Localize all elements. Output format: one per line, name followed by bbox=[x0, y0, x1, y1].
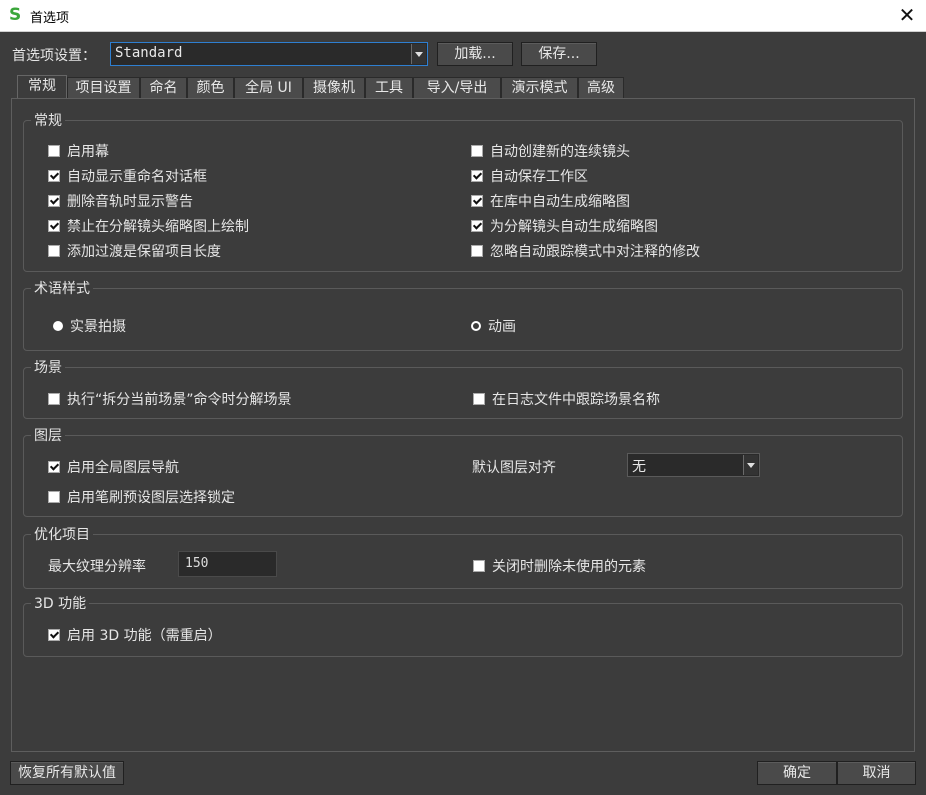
checkbox-icon[interactable] bbox=[48, 491, 60, 503]
checkbox-icon[interactable] bbox=[48, 393, 60, 405]
preset-label: 首选项设置： bbox=[12, 48, 96, 64]
tab-global-ui[interactable]: 全局 UI bbox=[234, 77, 303, 99]
checkbox-label: 启用幕 bbox=[67, 144, 109, 160]
checkbox-panel-thumbnails[interactable]: 为分解镜头自动生成缩略图 bbox=[471, 216, 658, 236]
chevron-down-icon[interactable] bbox=[743, 455, 758, 475]
checkbox-label: 执行“拆分当前场景”命令时分解场景 bbox=[67, 392, 292, 408]
checkbox-icon[interactable] bbox=[473, 393, 485, 405]
checkbox-enable-curtain[interactable]: 启用幕 bbox=[48, 141, 109, 161]
tab-camera[interactable]: 摄像机 bbox=[303, 77, 365, 99]
preset-select[interactable]: Standard bbox=[110, 42, 428, 66]
checkbox-checked-icon[interactable] bbox=[48, 170, 60, 182]
window-title: 首选项 bbox=[30, 11, 70, 26]
checkbox-checked-icon[interactable] bbox=[48, 195, 60, 207]
checkbox-no-draw-on-thumbnails[interactable]: 禁止在分解镜头缩略图上绘制 bbox=[48, 216, 249, 236]
checkbox-split-scene[interactable]: 执行“拆分当前场景”命令时分解场景 bbox=[48, 389, 292, 409]
terminology-group bbox=[23, 288, 903, 351]
checkbox-label: 关闭时删除未使用的元素 bbox=[492, 559, 646, 575]
title-bar: S 首选项 ✕ bbox=[0, 0, 926, 32]
tab-naming[interactable]: 命名 bbox=[140, 77, 187, 99]
optimize-group-title: 优化项目 bbox=[31, 524, 93, 544]
max-texture-resolution-input[interactable]: 150 bbox=[178, 551, 277, 577]
checkbox-enable-3d[interactable]: 启用 3D 功能（需重启） bbox=[48, 625, 222, 645]
checkbox-label: 启用全局图层导航 bbox=[67, 460, 179, 476]
max-texture-resolution-label: 最大纹理分辨率 bbox=[48, 559, 146, 575]
ok-button[interactable]: 确定 bbox=[757, 761, 837, 785]
checkbox-auto-rename-dialog[interactable]: 自动显示重命名对话框 bbox=[48, 166, 207, 186]
tab-colors[interactable]: 颜色 bbox=[187, 77, 234, 99]
tab-general[interactable]: 常规 bbox=[17, 75, 67, 99]
radio-animation[interactable]: 动画 bbox=[471, 316, 516, 336]
checkbox-label: 自动显示重命名对话框 bbox=[67, 169, 207, 185]
restore-defaults-button[interactable]: 恢复所有默认值 bbox=[10, 761, 124, 785]
load-button[interactable]: 加载... bbox=[437, 42, 513, 66]
close-icon[interactable]: ✕ bbox=[896, 3, 918, 27]
checkbox-label: 删除音轨时显示警告 bbox=[67, 194, 193, 210]
checkbox-label: 自动保存工作区 bbox=[490, 169, 588, 185]
checkbox-auto-create-sequence[interactable]: 自动创建新的连续镜头 bbox=[471, 141, 630, 161]
checkbox-checked-icon[interactable] bbox=[471, 220, 483, 232]
chevron-down-icon[interactable] bbox=[411, 44, 426, 64]
checkbox-icon[interactable] bbox=[473, 560, 485, 572]
preset-select-value: Standard bbox=[115, 45, 183, 61]
checkbox-checked-icon[interactable] bbox=[48, 220, 60, 232]
checkbox-label: 为分解镜头自动生成缩略图 bbox=[490, 219, 658, 235]
save-button[interactable]: 保存... bbox=[521, 42, 597, 66]
checkbox-brush-layer-lock[interactable]: 启用笔刷预设图层选择锁定 bbox=[48, 487, 235, 507]
checkbox-keep-project-length[interactable]: 添加过渡是保留项目长度 bbox=[48, 241, 221, 261]
checkbox-warn-delete-audio[interactable]: 删除音轨时显示警告 bbox=[48, 191, 193, 211]
checkbox-checked-icon[interactable] bbox=[48, 629, 60, 641]
default-layer-align-select[interactable]: 无 bbox=[627, 453, 760, 477]
checkbox-label: 添加过渡是保留项目长度 bbox=[67, 244, 221, 260]
checkbox-delete-unused-elements[interactable]: 关闭时删除未使用的元素 bbox=[473, 556, 646, 576]
scene-group-title: 场景 bbox=[31, 357, 65, 377]
checkbox-label: 忽略自动跟踪模式中对注释的修改 bbox=[490, 244, 700, 260]
general-group-title: 常规 bbox=[31, 110, 65, 130]
tab-advanced[interactable]: 高级 bbox=[578, 77, 624, 99]
checkbox-library-thumbnails[interactable]: 在库中自动生成缩略图 bbox=[471, 191, 630, 211]
cancel-button[interactable]: 取消 bbox=[837, 761, 916, 785]
checkbox-label: 启用 3D 功能（需重启） bbox=[67, 628, 222, 644]
checkbox-icon[interactable] bbox=[471, 245, 483, 257]
checkbox-label: 禁止在分解镜头缩略图上绘制 bbox=[67, 219, 249, 235]
checkbox-global-layer-nav[interactable]: 启用全局图层导航 bbox=[48, 457, 179, 477]
tab-project-settings[interactable]: 项目设置 bbox=[67, 77, 140, 99]
checkbox-label: 自动创建新的连续镜头 bbox=[490, 144, 630, 160]
default-layer-align-label: 默认图层对齐 bbox=[472, 460, 556, 476]
checkbox-checked-icon[interactable] bbox=[471, 170, 483, 182]
checkbox-label: 在日志文件中跟踪场景名称 bbox=[492, 392, 660, 408]
tab-presentation-mode[interactable]: 演示模式 bbox=[501, 77, 578, 99]
checkbox-label: 在库中自动生成缩略图 bbox=[490, 194, 630, 210]
tab-import-export[interactable]: 导入/导出 bbox=[413, 77, 501, 99]
radio-unselected-icon[interactable] bbox=[471, 321, 481, 331]
radio-selected-icon[interactable] bbox=[53, 321, 63, 331]
layers-group-title: 图层 bbox=[31, 425, 65, 445]
threed-group-title: 3D 功能 bbox=[31, 593, 90, 613]
checkbox-icon[interactable] bbox=[471, 145, 483, 157]
radio-label: 实景拍摄 bbox=[70, 319, 126, 335]
checkbox-label: 启用笔刷预设图层选择锁定 bbox=[67, 490, 235, 506]
tab-tools[interactable]: 工具 bbox=[365, 77, 413, 99]
app-logo-icon: S bbox=[9, 5, 22, 25]
radio-live-action[interactable]: 实景拍摄 bbox=[53, 316, 126, 336]
checkbox-checked-icon[interactable] bbox=[48, 461, 60, 473]
checkbox-auto-save-workspace[interactable]: 自动保存工作区 bbox=[471, 166, 588, 186]
checkbox-track-scene-names[interactable]: 在日志文件中跟踪场景名称 bbox=[473, 389, 660, 409]
checkbox-icon[interactable] bbox=[48, 145, 60, 157]
default-layer-align-value: 无 bbox=[632, 459, 646, 475]
optimize-group bbox=[23, 534, 903, 589]
checkbox-icon[interactable] bbox=[48, 245, 60, 257]
checkbox-checked-icon[interactable] bbox=[471, 195, 483, 207]
checkbox-ignore-annotation-changes[interactable]: 忽略自动跟踪模式中对注释的修改 bbox=[471, 241, 700, 261]
terminology-group-title: 术语样式 bbox=[31, 278, 93, 298]
radio-label: 动画 bbox=[488, 319, 516, 335]
